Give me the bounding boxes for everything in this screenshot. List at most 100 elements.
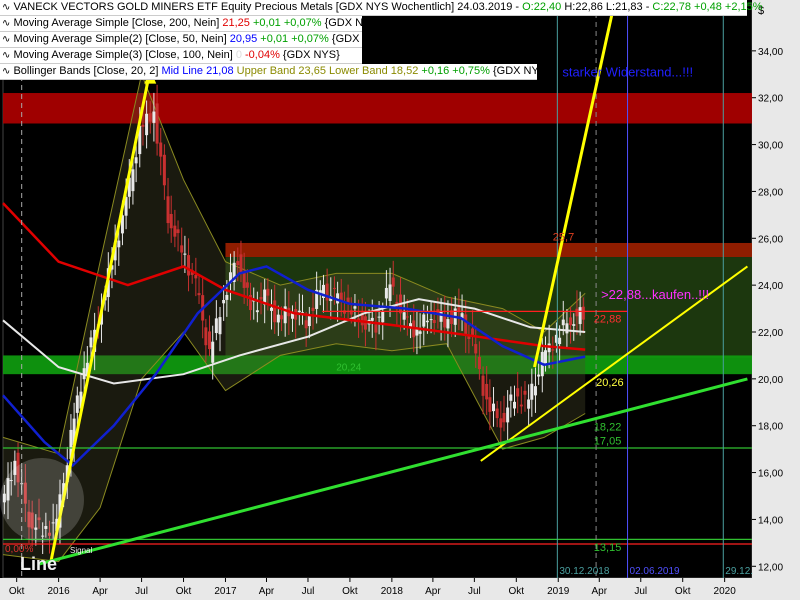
candle-body (418, 331, 422, 334)
y-tick-label: 22,00 (758, 328, 783, 339)
candle-body (512, 401, 516, 409)
ma50-exchange: {GDX NYS} (331, 33, 389, 45)
candle-body (245, 282, 249, 288)
x-tick-label: 2016 (47, 586, 70, 597)
candle-body (527, 399, 531, 409)
x-tick-label: Jul (634, 586, 647, 597)
candle-body (304, 320, 308, 329)
date-label-2: 02.06.2019 (630, 566, 680, 577)
candle-body (134, 157, 138, 164)
candle-body (551, 349, 555, 351)
candle-body (89, 337, 93, 348)
instrument-name: VANECK VECTORS GOLD MINERS ETF Equity Pr… (13, 1, 455, 13)
y-tick-label: 34,00 (758, 47, 783, 58)
candle-body (495, 408, 499, 419)
candle-body (533, 386, 537, 396)
bollinger-pct: +0,75% (452, 65, 490, 77)
candle-body (214, 318, 218, 334)
candle-body (537, 374, 541, 377)
ma100-exchange: {GDX NYS} (282, 49, 340, 61)
y-tick-label: 26,00 (758, 234, 783, 245)
candle-body (155, 103, 159, 144)
legend-ma200-row[interactable]: ∿ Moving Average Simple [Close, 200, Nei… (0, 16, 381, 32)
bollinger-change: +0,16 (421, 65, 450, 77)
candle-body (471, 328, 475, 336)
candle-body (377, 316, 381, 318)
candle-body (225, 294, 229, 300)
indicator-icon: ∿ (2, 50, 11, 61)
candle-body (561, 319, 565, 326)
candle-body (311, 307, 315, 311)
candle-body (145, 113, 149, 136)
ma50-label: Moving Average Simple(2) [Close, 50, Nei… (13, 33, 227, 45)
candle-body (297, 310, 301, 313)
logo-subtext: Signal (70, 546, 92, 555)
instrument-change: +0,48 (694, 1, 722, 13)
candle-body (75, 395, 79, 413)
candle-body (183, 253, 187, 255)
legend-bollinger-row[interactable]: ∿ Bollinger Bands [Close, 20, 2] Mid Lin… (0, 64, 550, 80)
candle-body (391, 277, 395, 287)
candle-body (353, 306, 357, 309)
legend-ma50-row[interactable]: ∿ Moving Average Simple(2) [Close, 50, N… (0, 32, 389, 48)
candle-body (187, 255, 191, 276)
instrument-low: L:21,83 (605, 1, 643, 13)
candle-body (422, 314, 426, 327)
y-tick-label: 12,00 (758, 562, 783, 573)
logo-text: Line (20, 554, 57, 574)
y-tick-label: 28,00 (758, 187, 783, 198)
candle-body (425, 320, 429, 323)
candle-body (578, 307, 582, 325)
y-tick-label: 20,00 (758, 375, 783, 386)
bollinger-lower: Lower Band 18,52 (329, 65, 419, 77)
ma50-pct: +0,07% (291, 33, 329, 45)
bollinger-upper: Upper Band 23,65 (236, 65, 326, 77)
legend-ma100-row[interactable]: ∿ Moving Average Simple(3) [Close, 100, … (0, 48, 362, 64)
candle-body (485, 383, 489, 400)
x-tick-label: 2017 (214, 586, 237, 597)
x-tick-label: Jul (302, 586, 315, 597)
x-tick-label: Jul (135, 586, 148, 597)
candle-body (488, 397, 492, 412)
x-tick-label: Apr (425, 586, 441, 597)
indicator-legend: ∿ VANECK VECTORS GOLD MINERS ETF Equity … (0, 0, 763, 80)
candle-body (388, 284, 392, 301)
x-tick-label: Okt (176, 586, 192, 597)
y-tick-label: 18,00 (758, 422, 783, 433)
candle-body (575, 308, 579, 317)
candle-body (222, 300, 226, 304)
bollinger-mid: Mid Line 21,08 (161, 65, 234, 77)
legend-instrument-row[interactable]: ∿ VANECK VECTORS GOLD MINERS ETF Equity … (0, 0, 763, 16)
candle-body (211, 341, 215, 363)
upper-zone (225, 242, 753, 258)
level-label-20-26: 20,26 (596, 377, 624, 389)
x-tick-label: Okt (9, 586, 25, 597)
candle-body (569, 317, 573, 326)
candle-body (162, 154, 166, 186)
candle-body (242, 271, 246, 288)
candle-body (266, 288, 270, 296)
instrument-high: H:22,86 (564, 1, 603, 13)
ma200-change: +0,01 (252, 17, 281, 29)
candle-body (325, 283, 329, 301)
candle-body (273, 300, 277, 323)
instrument-date: 24.03.2019 (457, 1, 513, 13)
level-label-20-24: 20,24 (336, 362, 361, 373)
candle-body (499, 418, 503, 428)
candle-body (381, 311, 385, 323)
candle-body (239, 254, 243, 274)
bollinger-exchange: {GDX NYS} (492, 65, 550, 77)
candle-body (558, 337, 562, 345)
candle-body (565, 323, 569, 334)
candle-body (270, 307, 274, 311)
candle-body (180, 245, 184, 253)
instrument-change-pct: +2,15% (724, 1, 763, 13)
candlestick-icon: ∿ (2, 2, 11, 13)
candle-body (307, 315, 311, 327)
y-tick-label: 24,00 (758, 281, 783, 292)
candle-body (519, 404, 523, 407)
level-label-25-7: 25,7 (553, 232, 574, 244)
candle-body (218, 317, 222, 335)
candle-body (509, 394, 513, 401)
candle-body (159, 142, 163, 157)
